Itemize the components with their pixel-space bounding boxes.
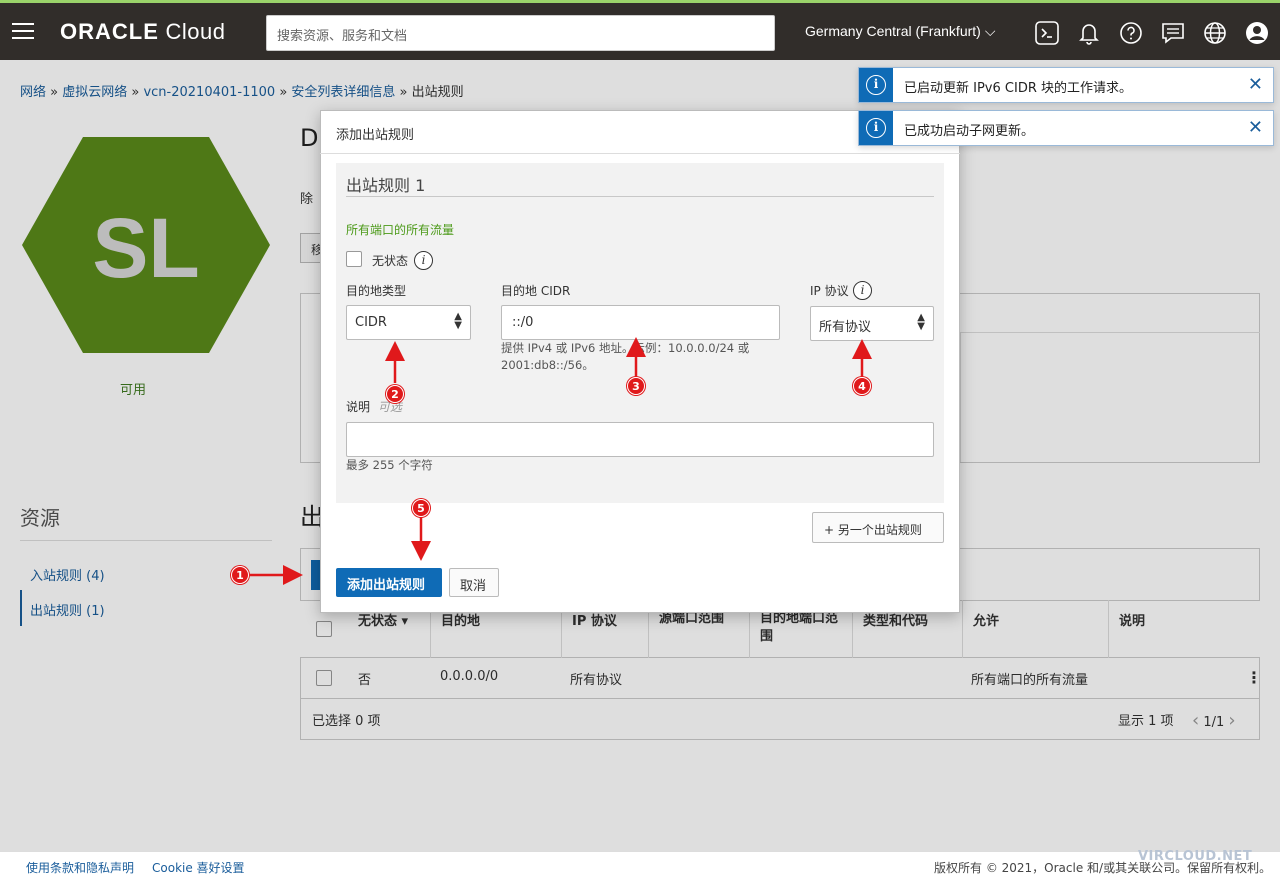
annotation-arrows bbox=[250, 337, 872, 585]
annotation-marker-1: 1 bbox=[231, 566, 249, 584]
annotation-marker-5: 5 bbox=[412, 499, 430, 517]
annotation-marker-3: 3 bbox=[627, 377, 645, 395]
annotation-marker-2: 2 bbox=[386, 385, 404, 403]
annotation-marker-4: 4 bbox=[853, 377, 871, 395]
